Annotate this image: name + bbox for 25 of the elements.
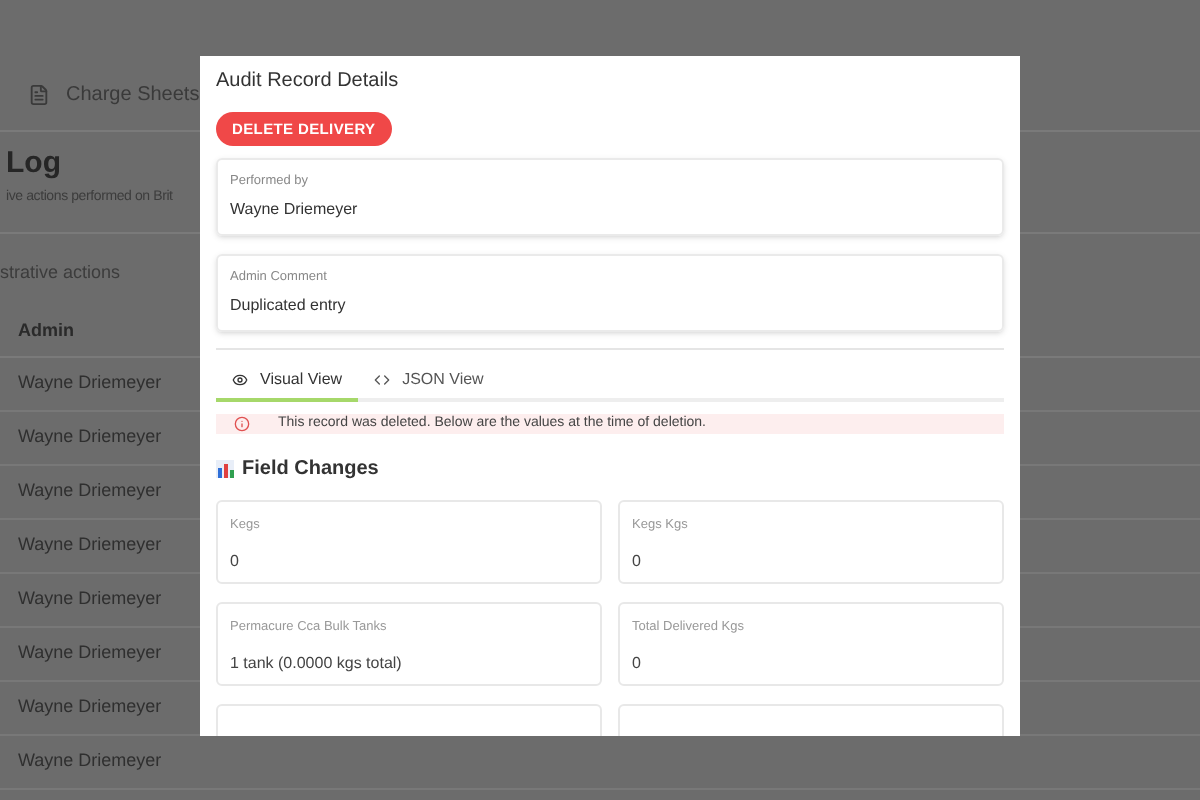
column-header: Admin <box>18 317 74 344</box>
field-value: 0 <box>632 652 643 676</box>
table-cell-text: Wayne Driemeyer <box>18 370 162 397</box>
field-value: 0 <box>230 550 241 574</box>
page-title: Log <box>6 144 61 184</box>
section-title: Field Changes <box>242 456 379 485</box>
field-value: 1 tank (0.0000 kgs total) <box>230 652 404 676</box>
document-icon <box>28 84 50 106</box>
view-tab[interactable]: Visual View <box>216 361 359 402</box>
table-cell-text: Wayne Driemeyer <box>18 694 162 721</box>
info-value: Wayne Driemeyer <box>230 198 360 222</box>
table-cell-text: Wayne Driemeyer <box>18 478 162 505</box>
table-cell-text: Wayne Driemeyer <box>18 424 162 451</box>
view-tab[interactable]: JSON View <box>358 361 500 402</box>
alert-icon <box>234 416 250 432</box>
field-value: 0 <box>632 550 643 574</box>
table-cell-text: Wayne Driemeyer <box>18 640 162 667</box>
dialog-title: Audit Record Details <box>216 68 401 96</box>
table-cell-text: Wayne Driemeyer <box>18 532 162 559</box>
eye-icon <box>232 371 248 388</box>
bar-chart-icon <box>216 460 234 479</box>
table-cell-text: Wayne Driemeyer <box>18 748 162 775</box>
info-value: Duplicated entry <box>230 293 348 318</box>
code-icon <box>374 371 391 388</box>
table-cell-text: Wayne Driemeyer <box>18 586 162 613</box>
